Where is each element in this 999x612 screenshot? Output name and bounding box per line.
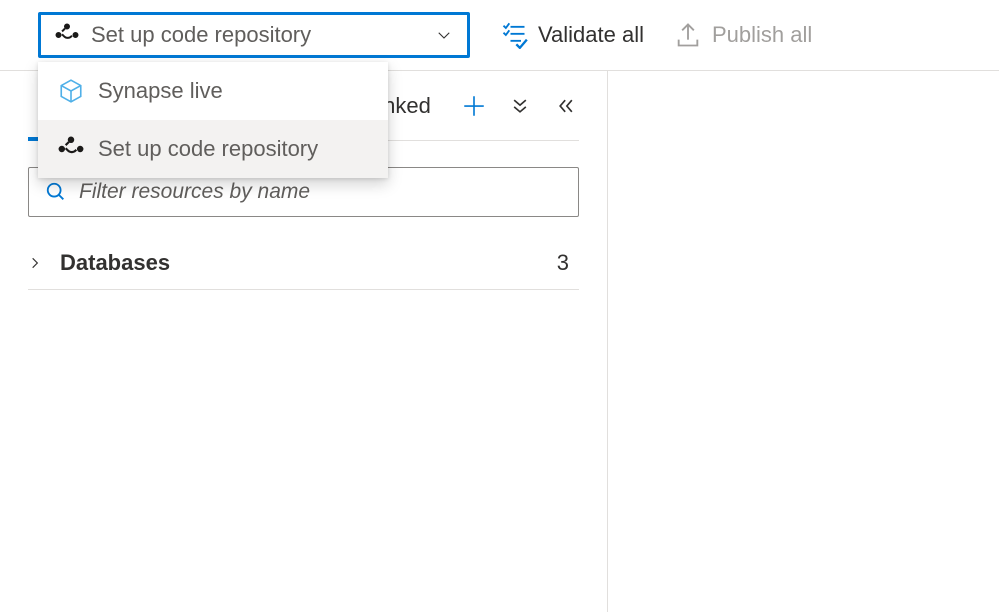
search-icon	[45, 181, 67, 203]
double-chevron-left-icon	[556, 96, 576, 116]
branch-icon	[55, 23, 79, 47]
tree-item-count: 3	[557, 250, 569, 276]
collapse-pane-button[interactable]	[553, 93, 579, 119]
plus-icon	[461, 92, 487, 120]
resource-tree: Databases 3	[28, 237, 579, 290]
tree-item-label: Databases	[60, 250, 557, 276]
add-resource-button[interactable]	[461, 93, 487, 119]
menu-item-label: Set up code repository	[98, 136, 318, 162]
right-pane	[608, 71, 999, 612]
repo-mode-menu: Synapse live Set up code repository	[38, 62, 388, 178]
checklist-icon	[500, 21, 528, 49]
validate-all-button[interactable]: Validate all	[500, 21, 644, 49]
menu-item-label: Synapse live	[98, 78, 223, 104]
publish-all-label: Publish all	[712, 22, 812, 48]
triangle-right-icon	[28, 256, 42, 270]
repo-mode-dropdown[interactable]: Set up code repository	[38, 12, 470, 58]
double-chevron-down-icon	[510, 96, 530, 116]
synapse-icon	[58, 78, 84, 104]
publish-all-button: Publish all	[674, 21, 812, 49]
expand-toggle[interactable]	[28, 256, 48, 270]
repo-mode-label: Set up code repository	[91, 22, 423, 48]
top-toolbar: Set up code repository Validate all Publ…	[0, 0, 999, 71]
tree-item-databases[interactable]: Databases 3	[28, 237, 579, 289]
expand-all-button[interactable]	[507, 93, 533, 119]
upload-icon	[674, 21, 702, 49]
menu-item-setup-repo[interactable]: Set up code repository	[38, 120, 388, 178]
filter-input[interactable]	[79, 180, 562, 204]
validate-all-label: Validate all	[538, 22, 644, 48]
chevron-down-icon	[435, 26, 453, 44]
menu-item-synapse-live[interactable]: Synapse live	[38, 62, 388, 120]
branch-icon	[58, 136, 84, 162]
